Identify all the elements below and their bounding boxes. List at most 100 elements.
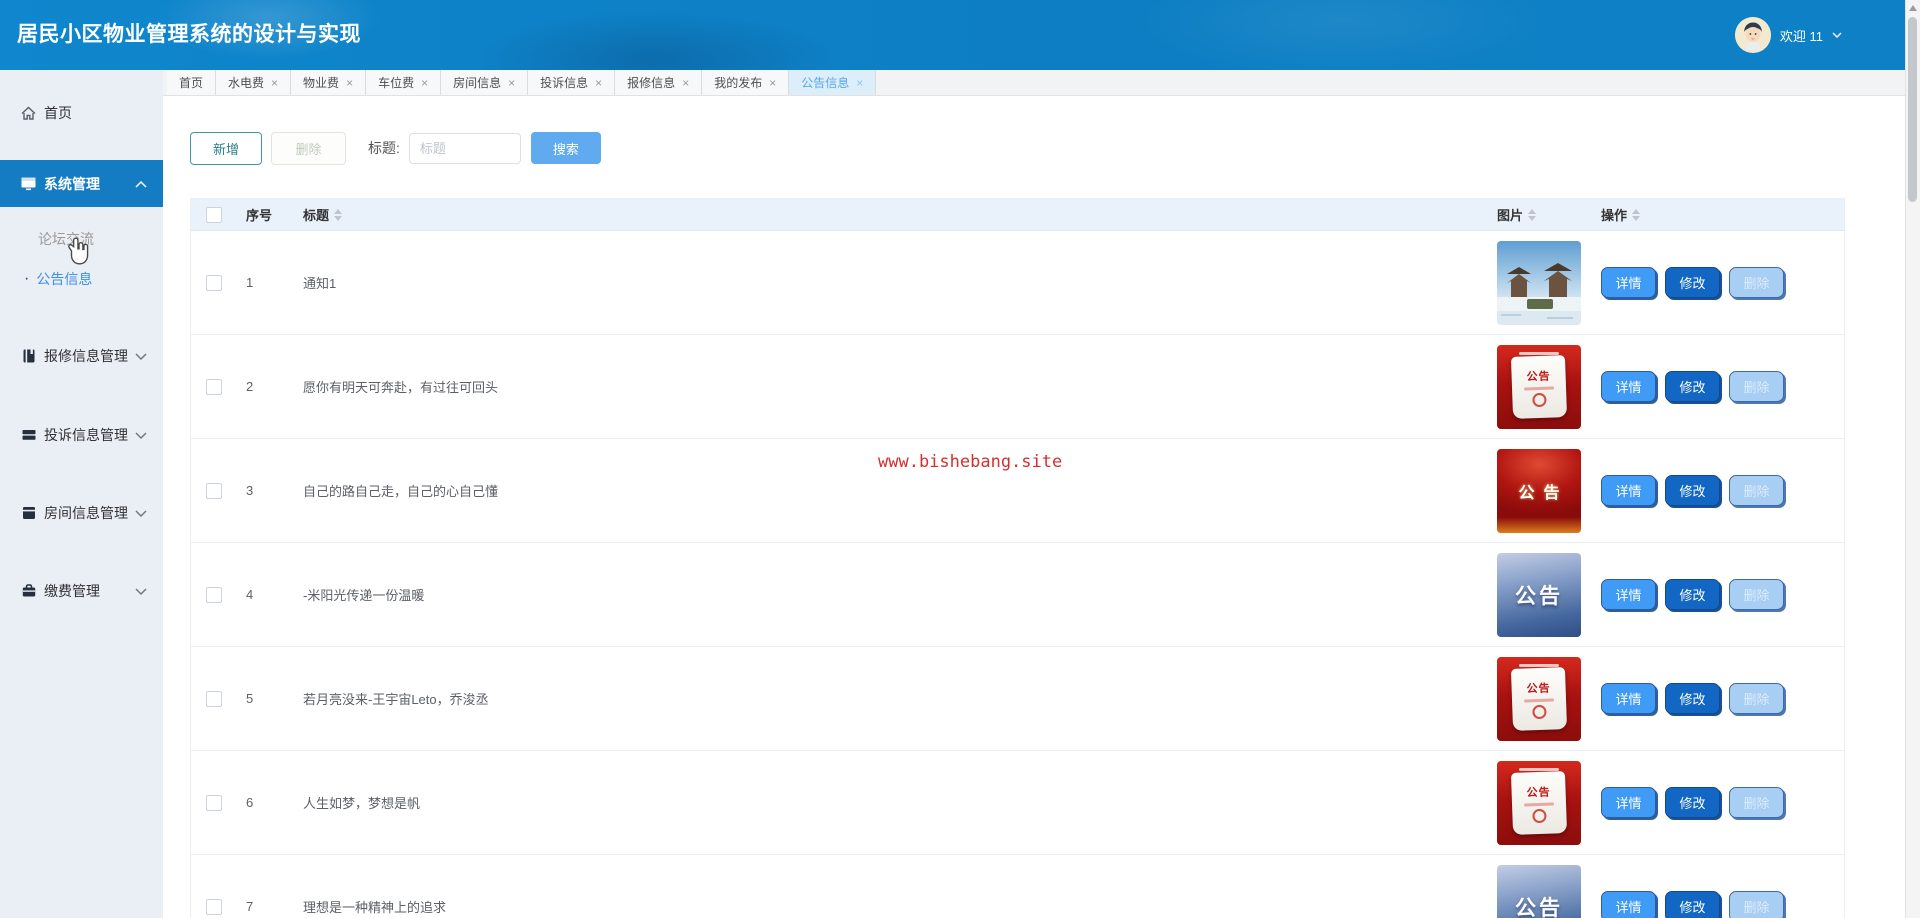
chevron-down-icon (1832, 32, 1842, 38)
delete-button[interactable]: 删除 (1729, 579, 1784, 610)
content-panel: 新增 删除 标题: 搜索 序号 标题 图片 (163, 96, 1920, 918)
sidebar-item-5[interactable]: 报修信息管理 (0, 331, 163, 381)
tab-投诉信息[interactable]: 投诉信息 × (528, 70, 616, 95)
row-index: 3 (246, 483, 254, 498)
table-body: 1 通知1 详情 修改 删除 2 愿你有明天可奔赴，有过往可回头 公告 详情 修… (191, 231, 1844, 918)
row-index: 7 (246, 899, 254, 914)
tab-label: 我的发布 (714, 76, 763, 90)
search-input[interactable] (408, 132, 521, 164)
sidebar-item-7[interactable]: 房间信息管理 (0, 488, 163, 538)
sidebar-item-label: 公告信息 (36, 271, 93, 287)
sidebar-item-6[interactable]: 投诉信息管理 (0, 410, 163, 460)
watermark-text: www.bishebang.site (878, 452, 1063, 472)
tab-公告信息[interactable]: 公告信息 × (789, 70, 877, 95)
edit-button[interactable]: 修改 (1665, 683, 1720, 714)
tab-close-icon[interactable]: × (508, 77, 515, 89)
search-button[interactable]: 搜索 (530, 132, 601, 164)
delete-button[interactable]: 删除 (1729, 475, 1784, 506)
sort-icon[interactable] (1632, 208, 1641, 221)
tab-首页[interactable]: 首页 (167, 70, 217, 95)
row-checkbox[interactable] (206, 378, 222, 395)
tab-报修信息[interactable]: 报修信息 × (615, 70, 703, 95)
sidebar-item-label: 投诉信息管理 (44, 427, 128, 443)
detail-button[interactable]: 详情 (1601, 371, 1656, 402)
tab-物业费[interactable]: 物业费 × (291, 70, 367, 95)
sidebar-item-label: 房间信息管理 (44, 505, 128, 521)
edit-button[interactable]: 修改 (1665, 787, 1720, 818)
search-field-label: 标题: (368, 140, 400, 156)
column-header-title[interactable]: 标题 (295, 205, 1489, 224)
page-scrollbar[interactable] (1905, 0, 1920, 918)
detail-button[interactable]: 详情 (1601, 267, 1656, 298)
delete-button[interactable]: 删除 (1729, 371, 1784, 402)
blue-gongao-poster[interactable]: 公告 (1497, 552, 1581, 637)
chevron-down-icon (135, 505, 147, 521)
row-title: 理想是一种精神上的追求 (303, 900, 447, 915)
page-title: 居民小区物业管理系统的设计与实现 (17, 23, 361, 46)
tab-close-icon[interactable]: × (595, 77, 602, 89)
table-row: 7 理想是一种精神上的追求 公告 详情 修改 删除 (191, 855, 1844, 918)
tab-车位费[interactable]: 车位费 × (366, 70, 442, 95)
add-button[interactable]: 新增 (190, 131, 262, 165)
sort-icon[interactable] (1528, 208, 1537, 221)
room-icon (20, 505, 37, 522)
row-checkbox[interactable] (206, 690, 222, 707)
row-checkbox[interactable] (206, 898, 222, 915)
tab-我的发布[interactable]: 我的发布 × (702, 70, 790, 95)
tab-close-icon[interactable]: × (271, 77, 278, 89)
row-title: 愿你有明天可奔赴，有过往可回头 (303, 380, 499, 395)
red-paper-poster[interactable]: 公告 (1497, 656, 1581, 741)
user-menu[interactable]: 欢迎 11 (1734, 0, 1842, 70)
tab-close-icon[interactable]: × (346, 77, 353, 89)
red-paper-poster[interactable]: 公告 (1497, 344, 1581, 429)
row-checkbox[interactable] (206, 274, 222, 291)
column-header-actions[interactable]: 操作 (1591, 205, 1844, 224)
edit-button[interactable]: 修改 (1665, 579, 1720, 610)
tab-close-icon[interactable]: × (421, 77, 428, 89)
delete-button[interactable]: 删除 (1729, 891, 1784, 918)
chevron-down-icon (135, 583, 147, 599)
sidebar-item-label: 缴费管理 (44, 583, 100, 599)
detail-button[interactable]: 详情 (1601, 683, 1656, 714)
edit-button[interactable]: 修改 (1665, 267, 1720, 298)
tab-label: 车位费 (378, 76, 415, 90)
detail-button[interactable]: 详情 (1601, 475, 1656, 506)
scrollbar-up-arrow-icon[interactable] (1909, 5, 1917, 11)
select-all-checkbox[interactable] (206, 206, 222, 223)
row-index: 2 (246, 379, 254, 394)
table-row: 6 人生如梦，梦想是帆 公告 详情 修改 删除 (191, 751, 1844, 855)
tab-close-icon[interactable]: × (856, 77, 863, 89)
delete-button[interactable]: 删除 (1729, 267, 1784, 298)
batch-delete-button[interactable]: 删除 (271, 131, 346, 165)
sidebar-item-8[interactable]: 缴费管理 (0, 566, 163, 616)
tab-房间信息[interactable]: 房间信息 × (441, 70, 529, 95)
row-checkbox[interactable] (206, 794, 222, 811)
column-header-image[interactable]: 图片 (1489, 205, 1591, 224)
edit-button[interactable]: 修改 (1665, 371, 1720, 402)
detail-button[interactable]: 详情 (1601, 579, 1656, 610)
edit-button[interactable]: 修改 (1665, 475, 1720, 506)
detail-button[interactable]: 详情 (1601, 891, 1656, 918)
edit-button[interactable]: 修改 (1665, 891, 1720, 918)
tab-close-icon[interactable]: × (682, 77, 689, 89)
chevron-down-icon (135, 427, 147, 443)
delete-button[interactable]: 删除 (1729, 787, 1784, 818)
sort-icon[interactable] (334, 208, 343, 221)
row-checkbox[interactable] (206, 482, 222, 499)
tab-close-icon[interactable]: × (769, 77, 776, 89)
table-row: 1 通知1 详情 修改 删除 (191, 231, 1844, 335)
active-bullet-icon: · (24, 270, 30, 287)
tab-水电费[interactable]: 水电费 × (216, 70, 292, 95)
system-icon (20, 175, 37, 192)
row-checkbox[interactable] (206, 586, 222, 603)
delete-button[interactable]: 删除 (1729, 683, 1784, 714)
home-icon (20, 105, 37, 122)
scrollbar-thumb[interactable] (1908, 17, 1917, 202)
sidebar-item-1[interactable]: 首页 (0, 88, 163, 138)
sidebar-item-2[interactable]: 系统管理 (0, 160, 163, 207)
blue-gongao-poster[interactable]: 公告 (1497, 864, 1581, 918)
red-paper-poster[interactable]: 公告 (1497, 760, 1581, 845)
snow-temple-photo[interactable] (1497, 240, 1581, 325)
red-gongao-poster[interactable]: 公告 (1497, 448, 1581, 533)
detail-button[interactable]: 详情 (1601, 787, 1656, 818)
